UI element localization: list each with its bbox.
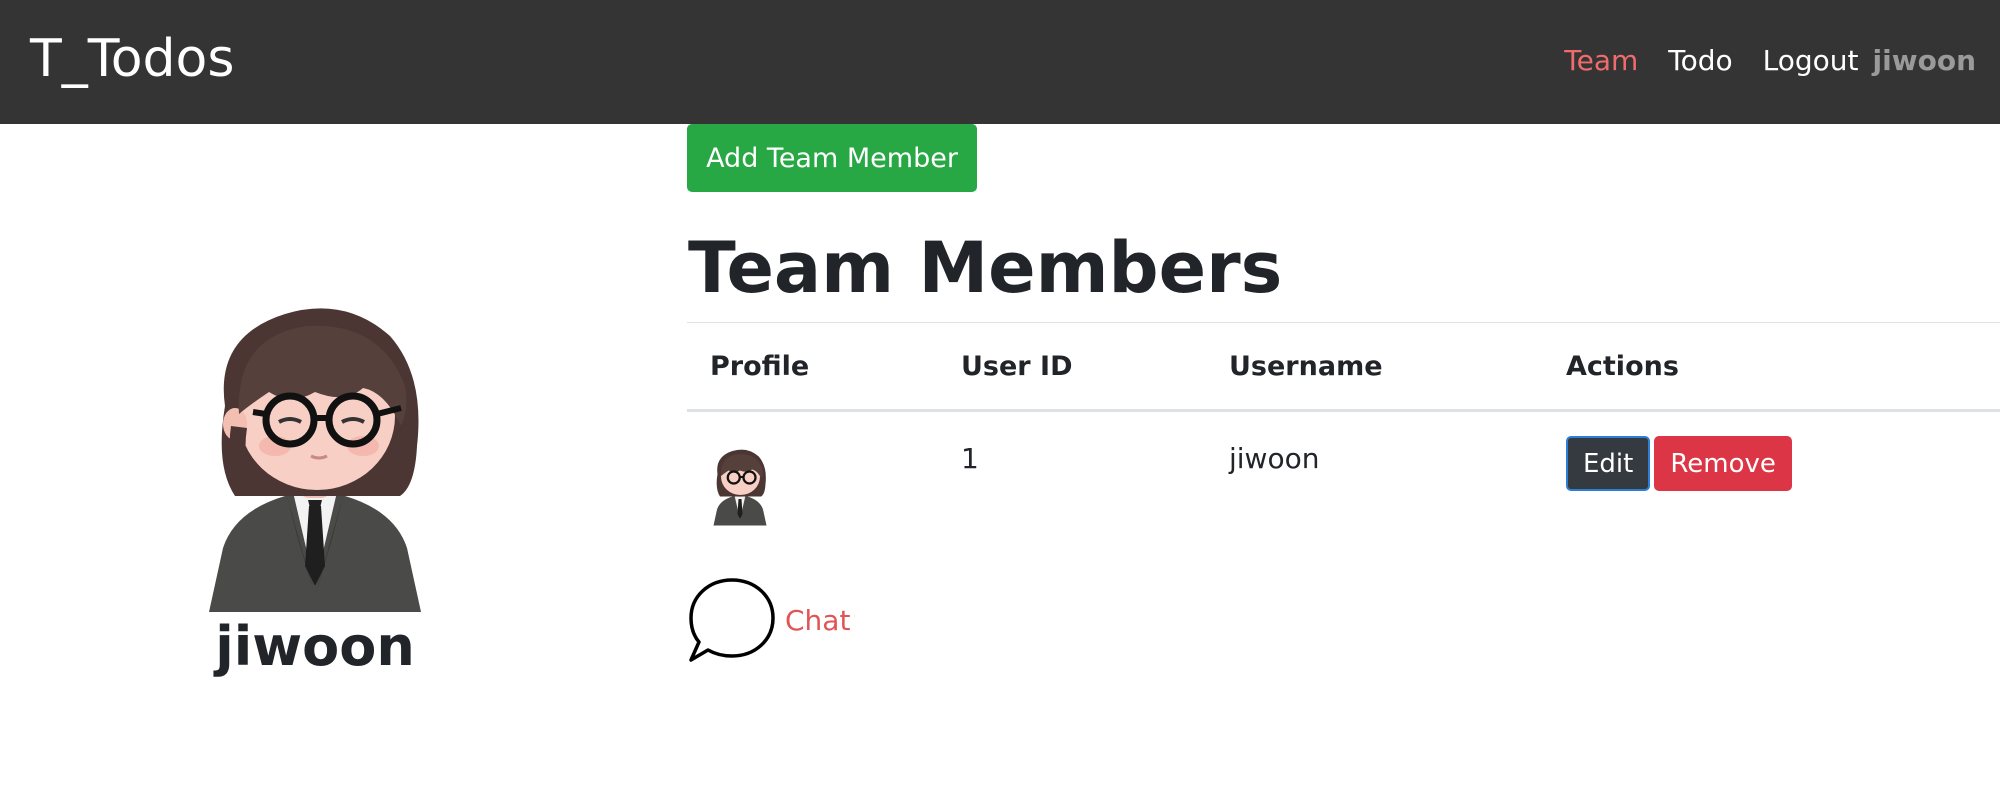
- edit-button[interactable]: Edit: [1566, 436, 1651, 491]
- add-team-member-button[interactable]: Add Team Member: [687, 124, 977, 192]
- chat-label: Chat: [785, 603, 851, 637]
- nav-link-todo[interactable]: Todo: [1668, 44, 1732, 77]
- profile-avatar: [209, 308, 421, 612]
- cell-user-id: 1: [961, 442, 979, 475]
- header-profile: Profile: [687, 322, 938, 412]
- brand-logo[interactable]: T_Todos: [30, 24, 234, 94]
- top-navbar: T_Todos Team Todo Logout jiwoon: [0, 0, 2000, 124]
- current-username: jiwoon: [1872, 43, 1976, 77]
- cell-actions: Edit Remove: [1543, 411, 2000, 535]
- table-row: 1 jiwoon Edit Remove: [687, 411, 2000, 535]
- team-members-table: Profile User ID Username Actions 1 jiwoo…: [687, 322, 2000, 535]
- profile-panel: jiwoon: [180, 296, 450, 682]
- chat-link[interactable]: Chat: [687, 576, 850, 666]
- member-avatar: [713, 449, 767, 526]
- header-actions: Actions: [1543, 322, 2000, 412]
- page-title: Team Members: [688, 227, 1283, 309]
- nav-link-team[interactable]: Team: [1564, 44, 1638, 77]
- cell-profile: [687, 411, 938, 535]
- nav-links: Team Todo Logout jiwoon: [1534, 38, 1976, 82]
- header-username: Username: [1206, 322, 1543, 412]
- cell-username: jiwoon: [1229, 442, 1320, 475]
- row-actions: Edit Remove: [1566, 436, 2000, 491]
- header-user-id: User ID: [938, 322, 1206, 412]
- nav-link-logout[interactable]: Logout: [1763, 44, 1859, 77]
- speech-bubble-icon: [689, 578, 775, 662]
- remove-button[interactable]: Remove: [1654, 436, 1792, 491]
- table-header-row: Profile User ID Username Actions: [687, 322, 2000, 412]
- profile-name: jiwoon: [215, 615, 415, 678]
